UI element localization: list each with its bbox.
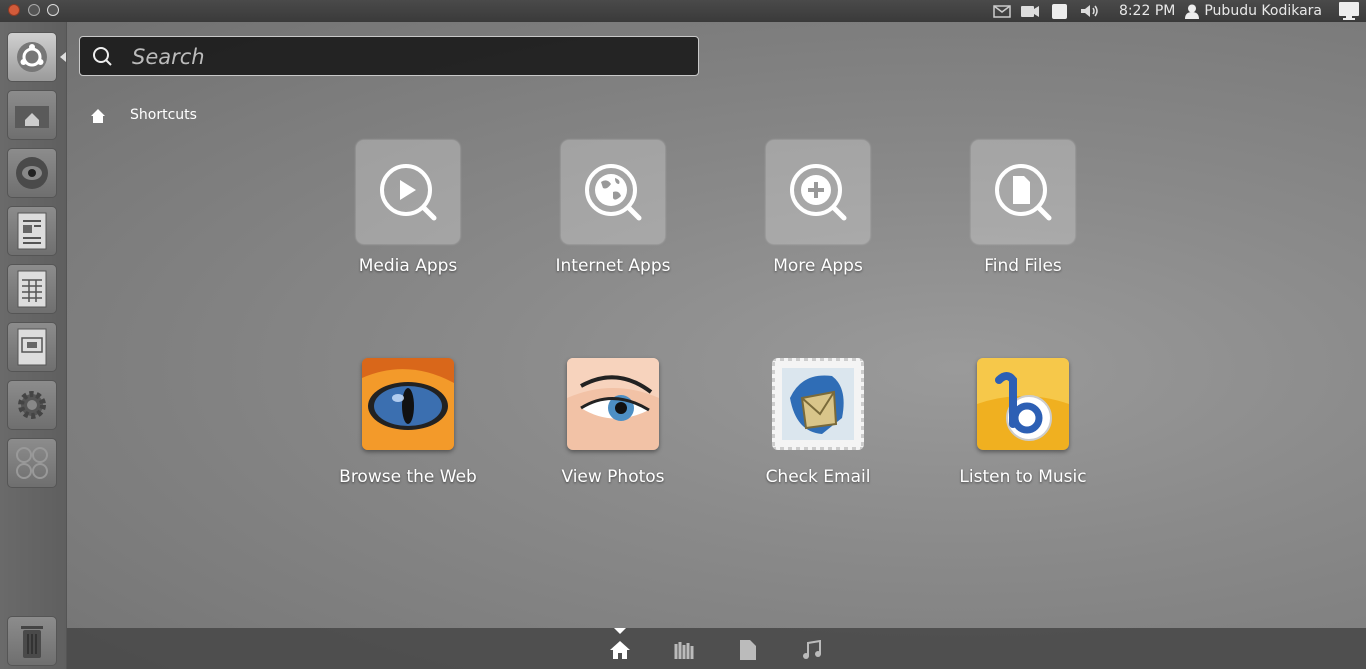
browse-web-shortcut[interactable] — [362, 358, 454, 450]
check-email-label: Check Email — [765, 467, 871, 487]
internet-apps-tile[interactable] — [561, 140, 665, 244]
applications-lens-icon — [674, 642, 694, 659]
maximize-window-icon[interactable] — [47, 4, 59, 16]
more-apps-label: More Apps — [773, 256, 863, 276]
browse-web-label: Browse the Web — [339, 467, 477, 487]
launcher-calc[interactable] — [7, 264, 57, 314]
media-apps-label: Media Apps — [358, 256, 458, 276]
media-apps-tile[interactable] — [356, 140, 460, 244]
sound-indicator[interactable] — [1075, 0, 1105, 22]
user-name: Pubudu Kodikara — [1204, 3, 1322, 19]
dash-open-arrow-icon — [60, 52, 66, 62]
active-lens-indicator-icon — [614, 628, 626, 634]
close-window-icon[interactable] — [8, 4, 20, 16]
launcher-trash[interactable] — [7, 616, 57, 666]
writer-document-icon — [17, 212, 47, 250]
globe-search-icon — [585, 164, 642, 221]
home-folder-icon — [15, 106, 49, 128]
search-input[interactable] — [130, 43, 674, 71]
video-indicator[interactable] — [1015, 0, 1045, 22]
find-files-label: Find Files — [984, 256, 1062, 276]
search-icon — [93, 47, 112, 66]
view-photos-label: View Photos — [561, 467, 665, 487]
speaker-icon — [1080, 5, 1098, 17]
music-lens-icon — [803, 640, 821, 659]
more-apps-tile[interactable] — [766, 140, 870, 244]
user-icon — [1185, 4, 1200, 19]
applications-lens-button[interactable] — [672, 638, 696, 662]
impress-presentation-icon — [17, 328, 47, 366]
lens-bar — [67, 628, 1366, 669]
launcher-home-folder[interactable] — [7, 90, 57, 140]
files-lens-icon — [740, 640, 756, 660]
minimize-window-icon[interactable] — [28, 4, 40, 16]
shortcuts-label: Shortcuts — [130, 107, 197, 123]
thunderbird-stamp-icon — [772, 358, 864, 450]
mail-indicator[interactable] — [989, 0, 1015, 22]
calc-spreadsheet-icon — [17, 270, 47, 308]
home-lens-icon — [610, 641, 630, 659]
eye-app-icon — [16, 157, 48, 189]
dash-button[interactable] — [7, 32, 57, 82]
launcher-workspaces[interactable] — [7, 438, 57, 488]
find-files-tile[interactable] — [971, 140, 1075, 244]
file-search-icon — [995, 164, 1052, 221]
user-menu[interactable]: Pubudu Kodikara — [1185, 0, 1332, 22]
square-indicator-icon — [1052, 3, 1068, 19]
listen-music-label: Listen to Music — [959, 467, 1087, 487]
envelope-icon — [993, 4, 1011, 18]
search-box[interactable] — [79, 36, 699, 76]
launcher — [0, 22, 67, 669]
check-email-shortcut[interactable] — [772, 358, 864, 450]
trash-icon — [21, 626, 43, 658]
launcher-impress[interactable] — [7, 322, 57, 372]
workspaces-icon — [16, 447, 48, 479]
camera-icon — [1020, 5, 1039, 17]
eye-photo-icon — [567, 358, 659, 450]
files-lens-button[interactable] — [736, 638, 760, 662]
home-icon — [91, 109, 105, 123]
gear-icon — [18, 391, 46, 419]
launcher-eye-app[interactable] — [7, 148, 57, 198]
ubuntu-logo-icon — [17, 42, 47, 72]
home-lens-button[interactable] — [608, 638, 632, 662]
monitor-icon — [1339, 2, 1359, 20]
plus-search-icon — [790, 164, 847, 221]
firefox-eye-icon — [362, 358, 454, 450]
top-panel: 8:22 PM Pubudu Kodikara — [0, 0, 1366, 22]
launcher-writer[interactable] — [7, 206, 57, 256]
view-photos-shortcut[interactable] — [567, 358, 659, 450]
launcher-settings[interactable] — [7, 380, 57, 430]
play-search-icon — [380, 164, 437, 221]
battery-indicator[interactable] — [1045, 0, 1075, 22]
banshee-note-icon — [977, 358, 1069, 450]
indicator-area: 8:22 PM Pubudu Kodikara — [989, 0, 1366, 22]
music-lens-button[interactable] — [800, 638, 824, 662]
listen-music-shortcut[interactable] — [977, 358, 1069, 450]
session-menu[interactable] — [1332, 0, 1366, 22]
internet-apps-label: Internet Apps — [555, 256, 671, 276]
clock[interactable]: 8:22 PM — [1105, 0, 1185, 22]
clock-text: 8:22 PM — [1118, 3, 1176, 19]
